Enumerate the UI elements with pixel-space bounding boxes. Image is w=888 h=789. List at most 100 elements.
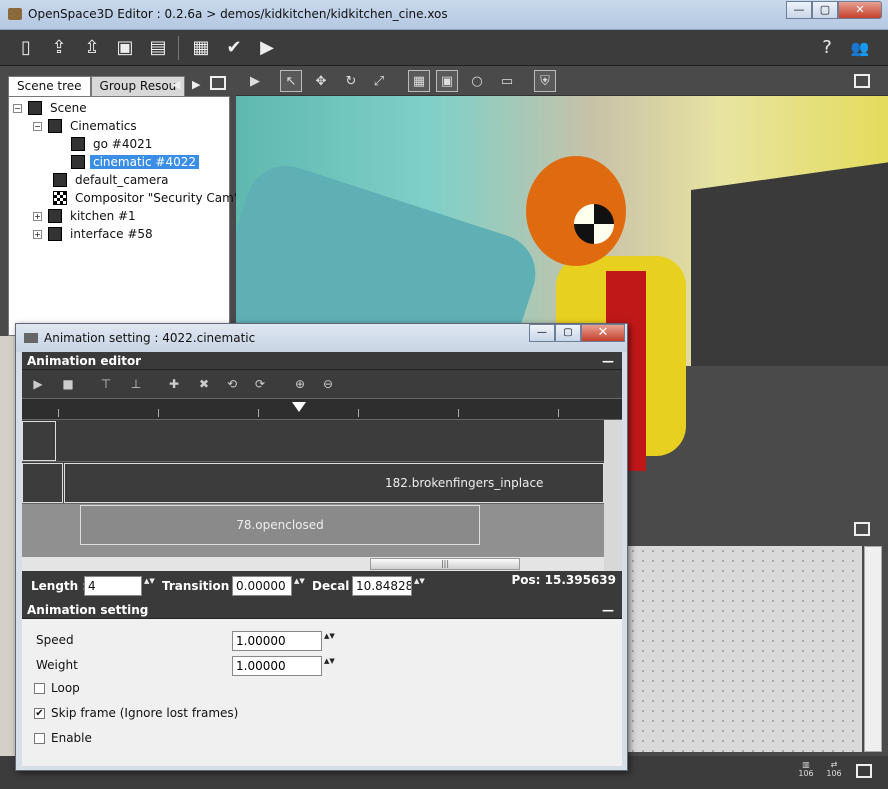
play-icon[interactable]: ▶ [244, 70, 266, 92]
ruler-tick [558, 409, 559, 417]
checkbox-box[interactable] [34, 732, 45, 744]
dialog-maximize-button[interactable]: ▢ [555, 324, 581, 342]
network-count: 106 [826, 769, 842, 778]
undock-icon[interactable] [856, 764, 872, 778]
tree-item-go-4021[interactable]: go #4021 [71, 135, 155, 153]
link-icon[interactable]: ⟲ [222, 374, 242, 394]
tree-item-scene[interactable]: − Scene [13, 99, 90, 117]
weight-label: Weight [36, 658, 78, 672]
animation-setting-header: Animation setting — [22, 601, 622, 619]
length-input[interactable]: 4 [84, 576, 142, 596]
tab-prev-icon[interactable]: ◀ [172, 78, 180, 91]
loop-checkbox[interactable]: Loop [34, 681, 80, 695]
users-icon[interactable]: 👥 [848, 36, 872, 60]
speed-input[interactable]: 1.00000 [232, 631, 322, 651]
undock-icon[interactable] [210, 76, 226, 90]
scrollbar-thumb[interactable]: ||| [370, 558, 520, 570]
animation-clip[interactable] [22, 421, 56, 461]
undock-icon[interactable] [854, 74, 870, 88]
tab-scene-tree[interactable]: Scene tree [8, 76, 91, 96]
weight-input[interactable]: 1.00000 [232, 656, 322, 676]
tree-item-interface[interactable]: + interface #58 [33, 225, 156, 243]
open-file-icon[interactable]: ⇪ [47, 36, 71, 60]
scene-panel: Scene tree Group Resou ◀ ▶ − Scene − Cin… [0, 66, 239, 336]
compositor-icon [53, 191, 67, 205]
sphere-icon[interactable]: ○ [466, 70, 488, 92]
tree-item-compositor[interactable]: Compositor "Security Cam" [53, 189, 242, 207]
link-editor-grid[interactable] [628, 546, 862, 752]
maximize-button[interactable]: ▢ [812, 1, 838, 19]
zoom-in-icon[interactable]: ⊕ [290, 374, 310, 394]
save-icon[interactable]: ▣ [113, 36, 137, 60]
new-file-icon[interactable]: ▯ [14, 36, 38, 60]
play-icon[interactable]: ▶ [28, 374, 48, 394]
add-folder-icon[interactable]: ⇫ [80, 36, 104, 60]
expand-icon[interactable]: + [33, 229, 42, 239]
collapse-button[interactable]: — [602, 601, 614, 619]
ruler-tick [258, 409, 259, 417]
scene-character-helmet [526, 156, 626, 266]
remove-key-icon[interactable]: ✖ [194, 374, 214, 394]
timeline-scrollbar[interactable]: ||| [22, 557, 604, 571]
skip-frame-checkbox[interactable]: ✔ Skip frame (Ignore lost frames) [34, 706, 238, 720]
checkbox-box[interactable]: ✔ [34, 707, 45, 719]
animation-clip[interactable]: 182.brokenfingers_inplace [64, 463, 604, 503]
length-spinner[interactable]: ▲▼ [144, 576, 155, 596]
save-as-icon[interactable]: ▤ [146, 36, 170, 60]
shield-icon[interactable]: ⛨ [534, 70, 556, 92]
remove-track-icon[interactable]: ⊥ [126, 374, 146, 394]
enable-checkbox[interactable]: Enable [34, 731, 92, 745]
move-icon[interactable]: ✥ [310, 70, 332, 92]
grid-icon[interactable]: ▦ [408, 70, 430, 92]
tools-icon[interactable]: ✔ [222, 36, 246, 60]
speed-spinner[interactable]: ▲▼ [324, 631, 335, 651]
rotate-icon[interactable]: ↻ [340, 70, 362, 92]
screen-icon[interactable]: ▭ [496, 70, 518, 92]
select-icon[interactable]: ↖ [280, 70, 302, 92]
stop-icon[interactable]: ■ [58, 374, 78, 394]
dialog-minimize-button[interactable]: — [529, 324, 555, 342]
playhead-marker[interactable] [292, 402, 306, 412]
help-icon[interactable]: ? [815, 36, 839, 60]
decal-spinner[interactable]: ▲▼ [414, 576, 425, 596]
animation-clip[interactable]: 78.openclosed [80, 505, 480, 545]
checkbox-box[interactable] [34, 682, 45, 694]
zoom-out-icon[interactable]: ⊖ [318, 374, 338, 394]
run-icon[interactable]: ▶ [255, 36, 279, 60]
undock-icon[interactable] [854, 522, 870, 536]
tree-item-cinematic-4022[interactable]: cinematic #4022 [71, 153, 200, 171]
timeline-ruler[interactable] [22, 398, 622, 420]
unlink-icon[interactable]: ⟳ [250, 374, 270, 394]
dialog-close-button[interactable]: ✕ [581, 324, 625, 342]
tree-item-label: kitchen #1 [70, 209, 136, 223]
tab-next-icon[interactable]: ▶ [192, 78, 200, 91]
decal-input[interactable]: 10.84828 [352, 576, 412, 596]
logic-panel [628, 516, 888, 756]
collapse-icon[interactable]: − [33, 121, 42, 131]
checkbox-label: Enable [51, 731, 92, 745]
tree-item-cinematics[interactable]: − Cinematics [33, 117, 140, 135]
network-icon: ⇄ [830, 760, 838, 769]
transition-input[interactable]: 0.00000 [232, 576, 292, 596]
tree-item-label: default_camera [75, 173, 169, 187]
tree-item-kitchen[interactable]: + kitchen #1 [33, 207, 139, 225]
vertical-scrollbar[interactable] [864, 546, 882, 752]
close-button[interactable]: ✕ [838, 1, 882, 19]
animation-track [22, 420, 604, 462]
add-key-icon[interactable]: ✚ [164, 374, 184, 394]
collapse-button[interactable]: — [602, 352, 614, 370]
add-track-icon[interactable]: ⊤ [96, 374, 116, 394]
expand-icon[interactable]: + [33, 211, 42, 221]
calculator-icon[interactable]: ▦ [189, 36, 213, 60]
transition-spinner[interactable]: ▲▼ [294, 576, 305, 596]
collapse-icon[interactable]: − [13, 103, 22, 113]
weight-spinner[interactable]: ▲▼ [324, 656, 335, 676]
scale-icon[interactable]: ⤢ [368, 70, 390, 92]
tracks-vertical-scrollbar[interactable] [604, 420, 622, 571]
dialog-title-bar[interactable]: Animation setting : 4022.cinematic — ▢ ✕ [16, 324, 627, 352]
ruler-tick [158, 409, 159, 417]
animation-clip[interactable] [22, 463, 63, 503]
box-icon[interactable]: ▣ [436, 70, 458, 92]
tree-item-default-camera[interactable]: default_camera [53, 171, 172, 189]
minimize-button[interactable]: — [786, 1, 812, 19]
